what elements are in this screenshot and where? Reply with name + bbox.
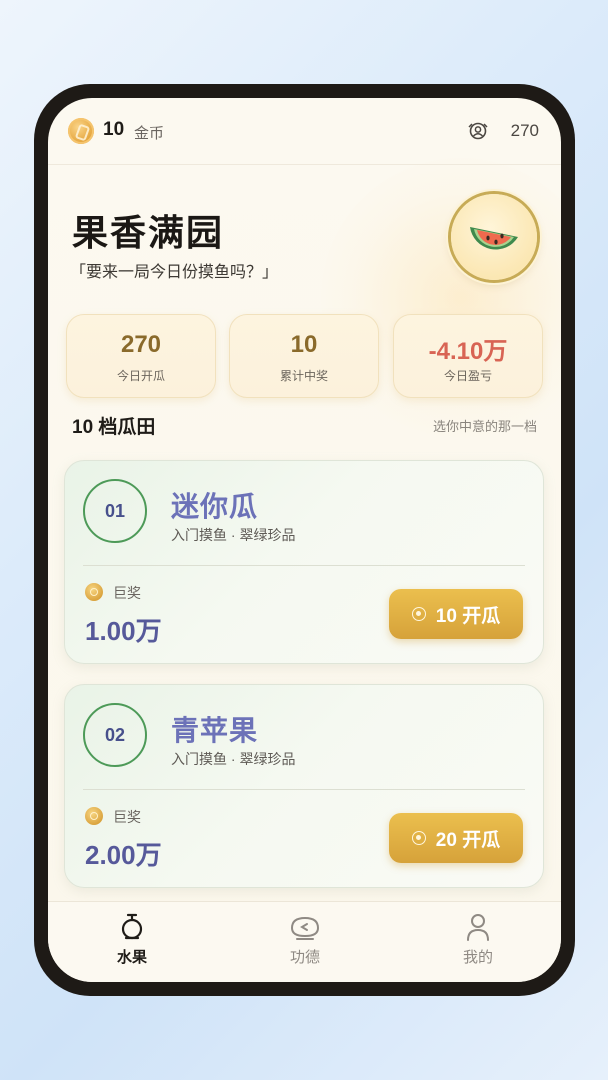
online-users-icon xyxy=(468,122,488,140)
tab-label: 功德 xyxy=(289,949,320,966)
app-screen: 10 金币 270 果香满园 「要来一局今日份摸鱼吗？」 270 今日开瓜 10… xyxy=(48,98,561,982)
coin-icon xyxy=(411,831,426,845)
open-button-label: 10 开瓜 xyxy=(435,605,501,627)
profile-icon xyxy=(467,914,489,941)
open-melon-button[interactable]: 20 开瓜 xyxy=(389,813,523,863)
tier-description: 入门摸鱼 · 翠绿珍品 xyxy=(171,527,296,543)
tier-card[interactable]: 01 迷你瓜 入门摸鱼 · 翠绿珍品 巨奖 1.00万 10 开瓜 xyxy=(64,460,544,664)
tier-description: 入门摸鱼 · 翠绿珍品 xyxy=(171,751,296,767)
prize-amount: 2.00万 xyxy=(85,840,162,870)
section-title: 10 档瓜田 xyxy=(72,417,156,438)
stat-label: 今日盈亏 xyxy=(443,369,492,383)
stat-value: 270 xyxy=(120,331,162,358)
prize-coin-icon xyxy=(85,807,103,825)
fruit-icon xyxy=(121,913,143,940)
online-count: 270 xyxy=(510,121,539,140)
tab-merit[interactable]: 功德 xyxy=(265,912,345,976)
prize-label: 巨奖 xyxy=(113,809,141,825)
card-divider xyxy=(83,789,525,790)
open-button-label: 20 开瓜 xyxy=(435,829,501,851)
merit-icon xyxy=(290,916,320,940)
top-status-bar: 10 金币 270 xyxy=(48,98,561,165)
phone-frame: 10 金币 270 果香满园 「要来一局今日份摸鱼吗？」 270 今日开瓜 10… xyxy=(34,84,575,996)
section-hint: 选你中意的那一档 xyxy=(432,419,537,434)
stat-value: 10 xyxy=(290,331,318,358)
tier-number-badge: 01 xyxy=(83,479,147,543)
tab-profile[interactable]: 我的 xyxy=(438,912,518,976)
tier-name: 青苹果 xyxy=(171,715,259,746)
stat-label: 今日开瓜 xyxy=(116,369,165,383)
coin-amount: 10 xyxy=(103,119,125,140)
page-subtitle: 「要来一局今日份摸鱼吗？」 xyxy=(70,264,279,281)
tier-number-badge: 02 xyxy=(83,703,147,767)
page-title: 果香满园 xyxy=(72,212,225,253)
prize-coin-icon xyxy=(85,583,103,601)
prize-label: 巨奖 xyxy=(113,585,141,601)
prize-amount: 1.00万 xyxy=(85,616,162,646)
stats-row: 270 今日开瓜 10 累计中奖 -4.10万 今日盈亏 xyxy=(66,314,544,398)
watermelon-avatar[interactable] xyxy=(451,194,537,280)
tab-fruit[interactable]: 水果 xyxy=(92,912,172,976)
stat-card-wins: 10 累计中奖 xyxy=(229,314,379,398)
open-melon-button[interactable]: 10 开瓜 xyxy=(389,589,523,639)
stat-label: 累计中奖 xyxy=(279,369,328,383)
tier-name: 迷你瓜 xyxy=(171,491,259,522)
bottom-tab-bar: 水果 功德 我的 xyxy=(48,901,561,982)
coin-icon xyxy=(411,607,426,621)
coin-icon xyxy=(68,118,94,144)
coin-unit: 金币 xyxy=(134,125,165,142)
stat-card-profit: -4.10万 今日盈亏 xyxy=(393,314,543,398)
stat-value: -4.10万 xyxy=(428,338,508,365)
tab-label: 我的 xyxy=(462,949,493,966)
watermelon-icon xyxy=(470,227,518,250)
tab-label: 水果 xyxy=(116,949,147,966)
card-divider xyxy=(83,565,525,566)
stat-card-opened: 270 今日开瓜 xyxy=(66,314,216,398)
tier-card[interactable]: 02 青苹果 入门摸鱼 · 翠绿珍品 巨奖 2.00万 20 开瓜 xyxy=(64,684,544,888)
